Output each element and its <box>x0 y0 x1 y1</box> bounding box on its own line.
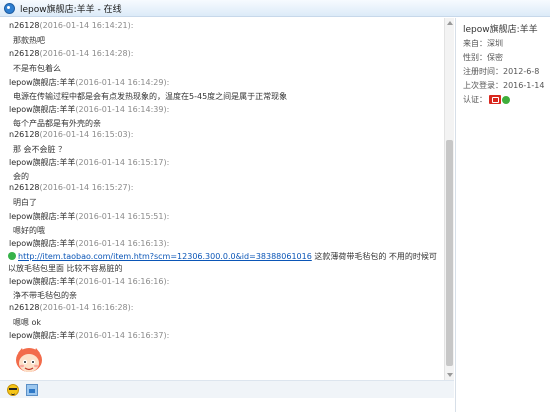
verified-check-icon <box>502 95 510 104</box>
chat-scrollbar[interactable] <box>444 18 454 380</box>
message-sender: n26128 <box>9 49 40 58</box>
message-time: (2016-01-14 16:15:03): <box>39 130 134 139</box>
contact-gender: 性别：保密 <box>463 53 503 62</box>
message-time: (2016-01-14 16:16:37): <box>75 331 170 340</box>
product-link[interactable]: http://item.taobao.com/item.htm?scm=1230… <box>18 252 312 261</box>
link-icon <box>8 252 16 260</box>
chat-history[interactable]: n26128(2016-01-14 16:14:21): 那款热吧 n26128… <box>0 18 454 380</box>
image-icon[interactable] <box>26 384 38 396</box>
message-time: (2016-01-14 16:16:28): <box>39 303 134 312</box>
contact-registered: 注册时间：2012-6-8 <box>463 67 540 76</box>
message-sender: lepow旗舰店:羊羊 <box>9 78 76 87</box>
emoticon-icon[interactable] <box>7 384 19 396</box>
aliwangwang-icon <box>4 2 15 14</box>
message-text: 会的 <box>13 172 29 181</box>
message-text: 浄不带毛毡包的亲 <box>13 291 77 300</box>
message-time: (2016-01-14 16:16:16): <box>75 277 170 286</box>
message-sender: lepow旗舰店:羊羊 <box>9 212 76 221</box>
message-text: 每个产品都是有外壳的亲 <box>13 119 101 128</box>
message-text: http://item.taobao.com/item.htm?scm=1230… <box>8 251 442 275</box>
message-sender: n26128 <box>9 303 40 312</box>
message-time: (2016-01-14 16:15:27): <box>39 183 134 192</box>
message-time: (2016-01-14 16:14:39): <box>75 105 170 114</box>
message-sender: n26128 <box>9 130 40 139</box>
message-time: (2016-01-14 16:14:21): <box>39 21 134 30</box>
message-text: 不是布包着么 <box>13 64 61 73</box>
message-sender: n26128 <box>9 183 40 192</box>
auth-badge-icon[interactable] <box>489 95 501 104</box>
scroll-thumb[interactable] <box>446 140 453 366</box>
message-time: (2016-01-14 16:14:29): <box>75 78 170 87</box>
scroll-up-icon[interactable] <box>447 21 453 25</box>
contact-auth: 认证： <box>463 94 510 105</box>
message-time: (2016-01-14 16:14:28): <box>39 49 134 58</box>
message-sender: lepow旗舰店:羊羊 <box>9 331 76 340</box>
message-sender: lepow旗舰店:羊羊 <box>9 239 76 248</box>
message-time: (2016-01-14 16:15:17): <box>75 158 170 167</box>
scroll-down-icon[interactable] <box>447 373 453 377</box>
message-sender: lepow旗舰店:羊羊 <box>9 277 76 286</box>
title-bar: lepow旗舰店:羊羊 - 在线 <box>0 0 550 17</box>
message-text: 嗯嗯 ok <box>13 318 42 327</box>
message-text: 嗯好的哦 <box>13 226 45 235</box>
contact-name: lepow旗舰店:羊羊 <box>463 25 538 35</box>
message-text: 那款热吧 <box>13 36 45 45</box>
message-text: 明白了 <box>13 198 37 207</box>
message-text: 电源在传输过程中都是会有点发热现象的，温度在5-45度之间是属于正常现象 <box>13 92 288 101</box>
sticker-emoticon-icon <box>16 348 42 372</box>
window-title: lepow旗舰店:羊羊 - 在线 <box>20 4 122 15</box>
message-sender: lepow旗舰店:羊羊 <box>9 105 76 114</box>
message-time: (2016-01-14 16:16:13): <box>75 239 170 248</box>
message-sender: lepow旗舰店:羊羊 <box>9 158 76 167</box>
input-toolbar <box>0 380 454 398</box>
contact-info-panel: lepow旗舰店:羊羊 来自：深圳 性别：保密 注册时间：2012-6-8 上次… <box>455 18 550 412</box>
message-text: 那 会不会脏 ？ <box>13 145 67 154</box>
message-time: (2016-01-14 16:15:51): <box>75 212 170 221</box>
contact-last-login: 上次登录：2016-1-14 <box>463 81 545 90</box>
contact-from: 来自：深圳 <box>463 39 503 48</box>
message-sender: n26128 <box>9 21 40 30</box>
